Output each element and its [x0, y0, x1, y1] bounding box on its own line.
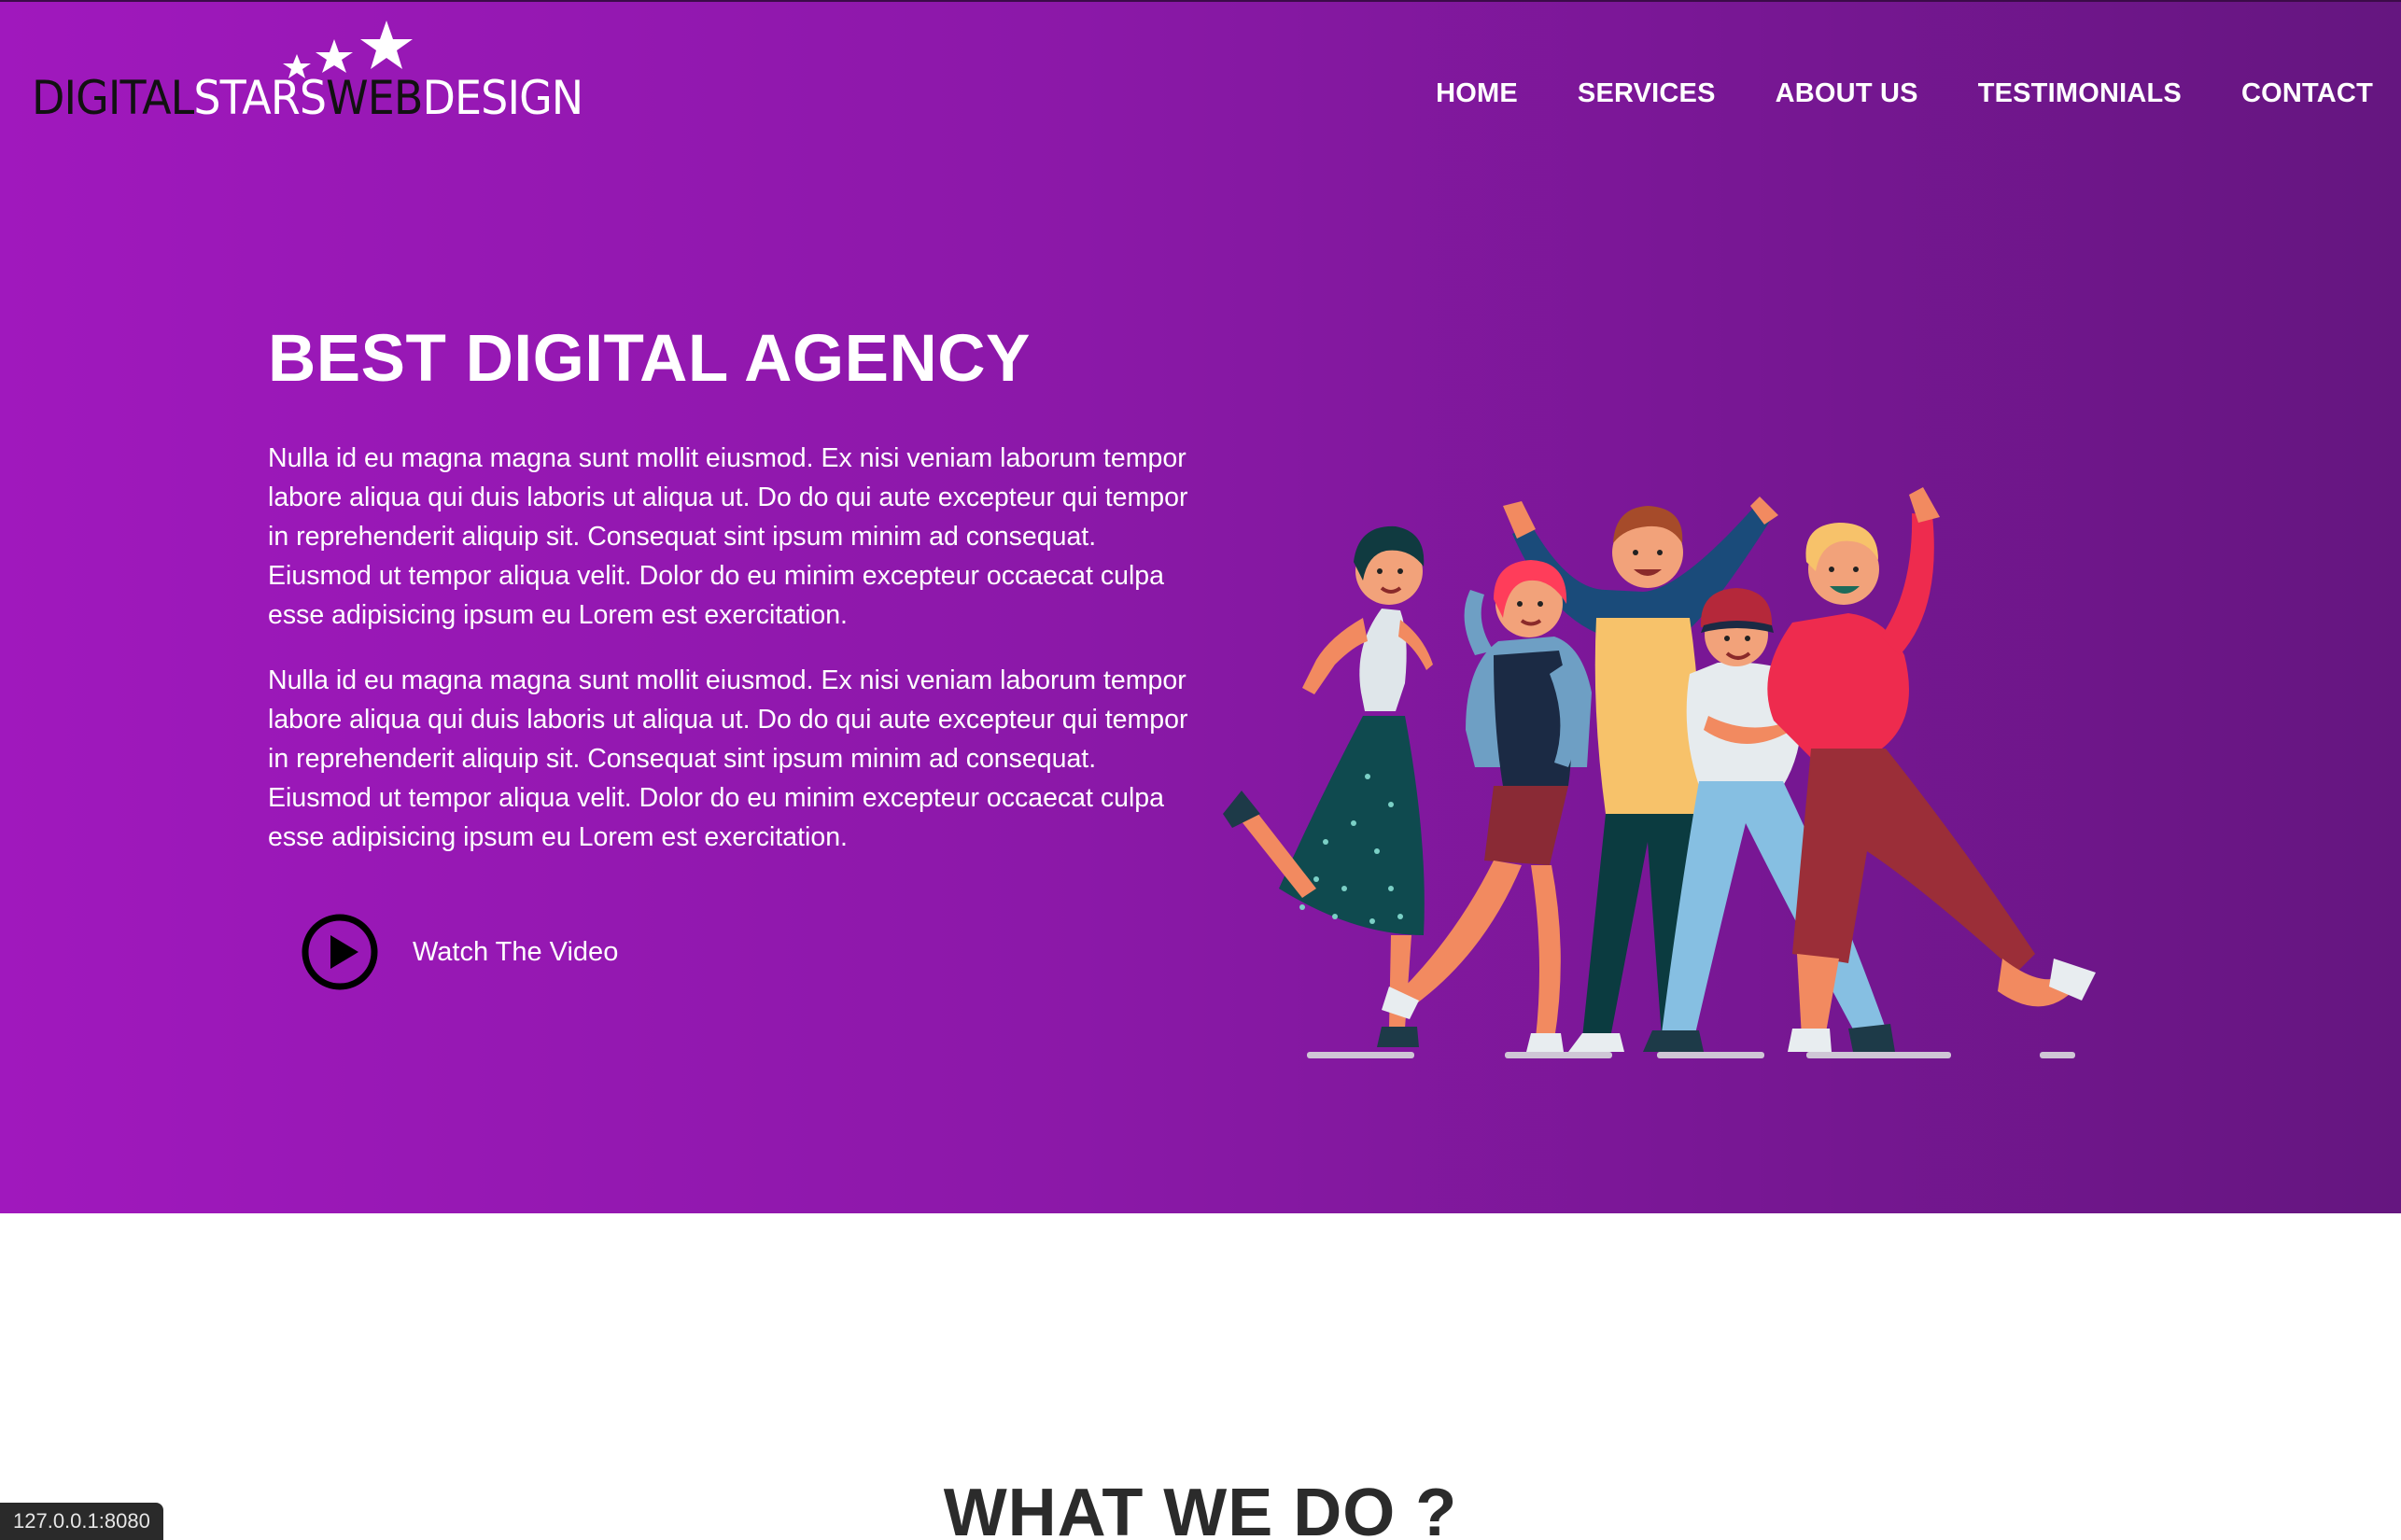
watch-video-button[interactable]: Watch The Video: [301, 913, 618, 991]
play-circle-icon: [302, 914, 378, 990]
nav-testimonials[interactable]: TESTIMONIALS: [1978, 78, 2182, 109]
logo-text-design: DESIGN: [422, 71, 584, 125]
happy-group-illustration: [1223, 487, 2096, 1058]
hero-paragraph-2: Nulla id eu magna magna sunt mollit eius…: [268, 665, 1188, 852]
nav-about-us[interactable]: ABOUT US: [1776, 78, 1918, 109]
person-hoodie-man: [1767, 487, 2096, 1052]
logo-wordmark: DIGITALSTARSWEBDESIGN: [32, 70, 583, 126]
nav-home[interactable]: HOME: [1436, 78, 1518, 109]
watch-video-label: Watch The Video: [413, 936, 619, 967]
logo-text-digital: DIGITAL: [32, 71, 194, 125]
site-logo[interactable]: DIGITALSTARSWEBDESIGN: [32, 19, 583, 140]
page: DIGITALSTARSWEBDESIGN HOME SERVICES ABOU…: [0, 0, 2401, 1540]
logo-text-web: WEB: [326, 71, 423, 125]
hero-paragraph-1: Nulla id eu magna magna sunt mollit eius…: [268, 443, 1188, 630]
logo-text-stars: STARS: [193, 71, 327, 125]
hero-section: DIGITALSTARSWEBDESIGN HOME SERVICES ABOU…: [0, 0, 2401, 1213]
section-title-what-we-do: WHAT WE DO ?: [943, 1476, 1458, 1540]
nav-services[interactable]: SERVICES: [1578, 78, 1716, 109]
main-nav: HOME SERVICES ABOUT US TESTIMONIALS CONT…: [1436, 78, 2373, 109]
status-bar-url: 127.0.0.1:8080: [0, 1503, 163, 1540]
person-left-girl: [1223, 525, 1433, 1047]
hero-title: BEST DIGITAL AGENCY: [268, 322, 1031, 396]
nav-contact[interactable]: CONTACT: [2241, 78, 2373, 109]
